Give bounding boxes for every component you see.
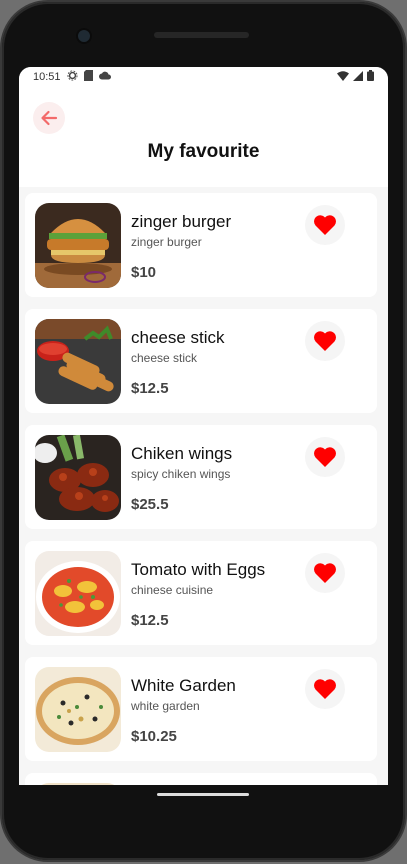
home-indicator[interactable] — [157, 793, 249, 796]
page-title: My favourite — [147, 141, 260, 162]
heart-icon — [314, 679, 336, 699]
item-description: white garden — [131, 699, 200, 713]
app-screen: 10:51 My favourite zinger burger zinger … — [19, 67, 388, 785]
item-price: $12.5 — [131, 380, 169, 397]
item-name: zinger burger — [131, 212, 232, 231]
item-price: $10 — [131, 264, 157, 281]
item-description: cheese stick — [131, 351, 198, 365]
favourite-button[interactable] — [305, 205, 345, 245]
earpiece-speaker — [154, 32, 249, 38]
item-description: zinger burger — [131, 235, 202, 249]
favourite-item[interactable]: zinger burger zinger burger $10 — [25, 193, 377, 297]
item-description: chinese cuisine — [131, 583, 214, 597]
page-header: My favourite — [19, 87, 388, 187]
favourite-item-partial[interactable] — [25, 773, 377, 785]
favourite-item[interactable]: cheese stick cheese stick $12.5 — [25, 309, 377, 413]
item-price: $10.25 — [131, 728, 177, 745]
food-image-chicken-wings — [35, 435, 121, 520]
item-price: $12.5 — [131, 612, 169, 629]
item-name: cheese stick — [131, 328, 225, 347]
favourite-button[interactable] — [305, 437, 345, 477]
navigation-bar — [19, 785, 388, 807]
favourite-button[interactable] — [305, 553, 345, 593]
favourite-button[interactable] — [305, 669, 345, 709]
item-price: $25.5 — [131, 496, 169, 513]
item-name: Chiken wings — [131, 444, 233, 463]
favourite-item[interactable]: Chiken wings spicy chiken wings $25.5 — [25, 425, 377, 529]
item-name: Tomato with Eggs — [131, 560, 266, 579]
item-name: White Garden — [131, 676, 236, 695]
heart-icon — [314, 331, 336, 351]
sim-card-icon — [83, 70, 93, 84]
favourite-item[interactable]: White Garden white garden $10.25 — [25, 657, 377, 761]
status-time: 10:51 — [33, 71, 61, 83]
food-image-tomato-eggs — [35, 551, 121, 636]
food-image-pizza — [35, 667, 121, 752]
heart-icon — [314, 563, 336, 583]
front-camera — [76, 28, 92, 44]
wifi-icon — [337, 70, 349, 84]
favourite-item[interactable]: Tomato with Eggs chinese cuisine $12.5 — [25, 541, 377, 645]
cloud-icon — [98, 71, 111, 83]
heart-icon — [314, 215, 336, 235]
heart-icon — [314, 447, 336, 467]
item-description: spicy chiken wings — [131, 467, 231, 481]
arrow-left-icon — [41, 110, 58, 126]
food-image-burger — [35, 203, 121, 288]
settings-icon — [66, 70, 78, 84]
cellular-signal-icon — [353, 70, 363, 84]
status-bar: 10:51 — [19, 67, 388, 87]
food-image-cheese-sticks — [35, 319, 121, 404]
battery-icon — [367, 70, 374, 84]
favourite-button[interactable] — [305, 321, 345, 361]
back-button[interactable] — [33, 102, 65, 134]
